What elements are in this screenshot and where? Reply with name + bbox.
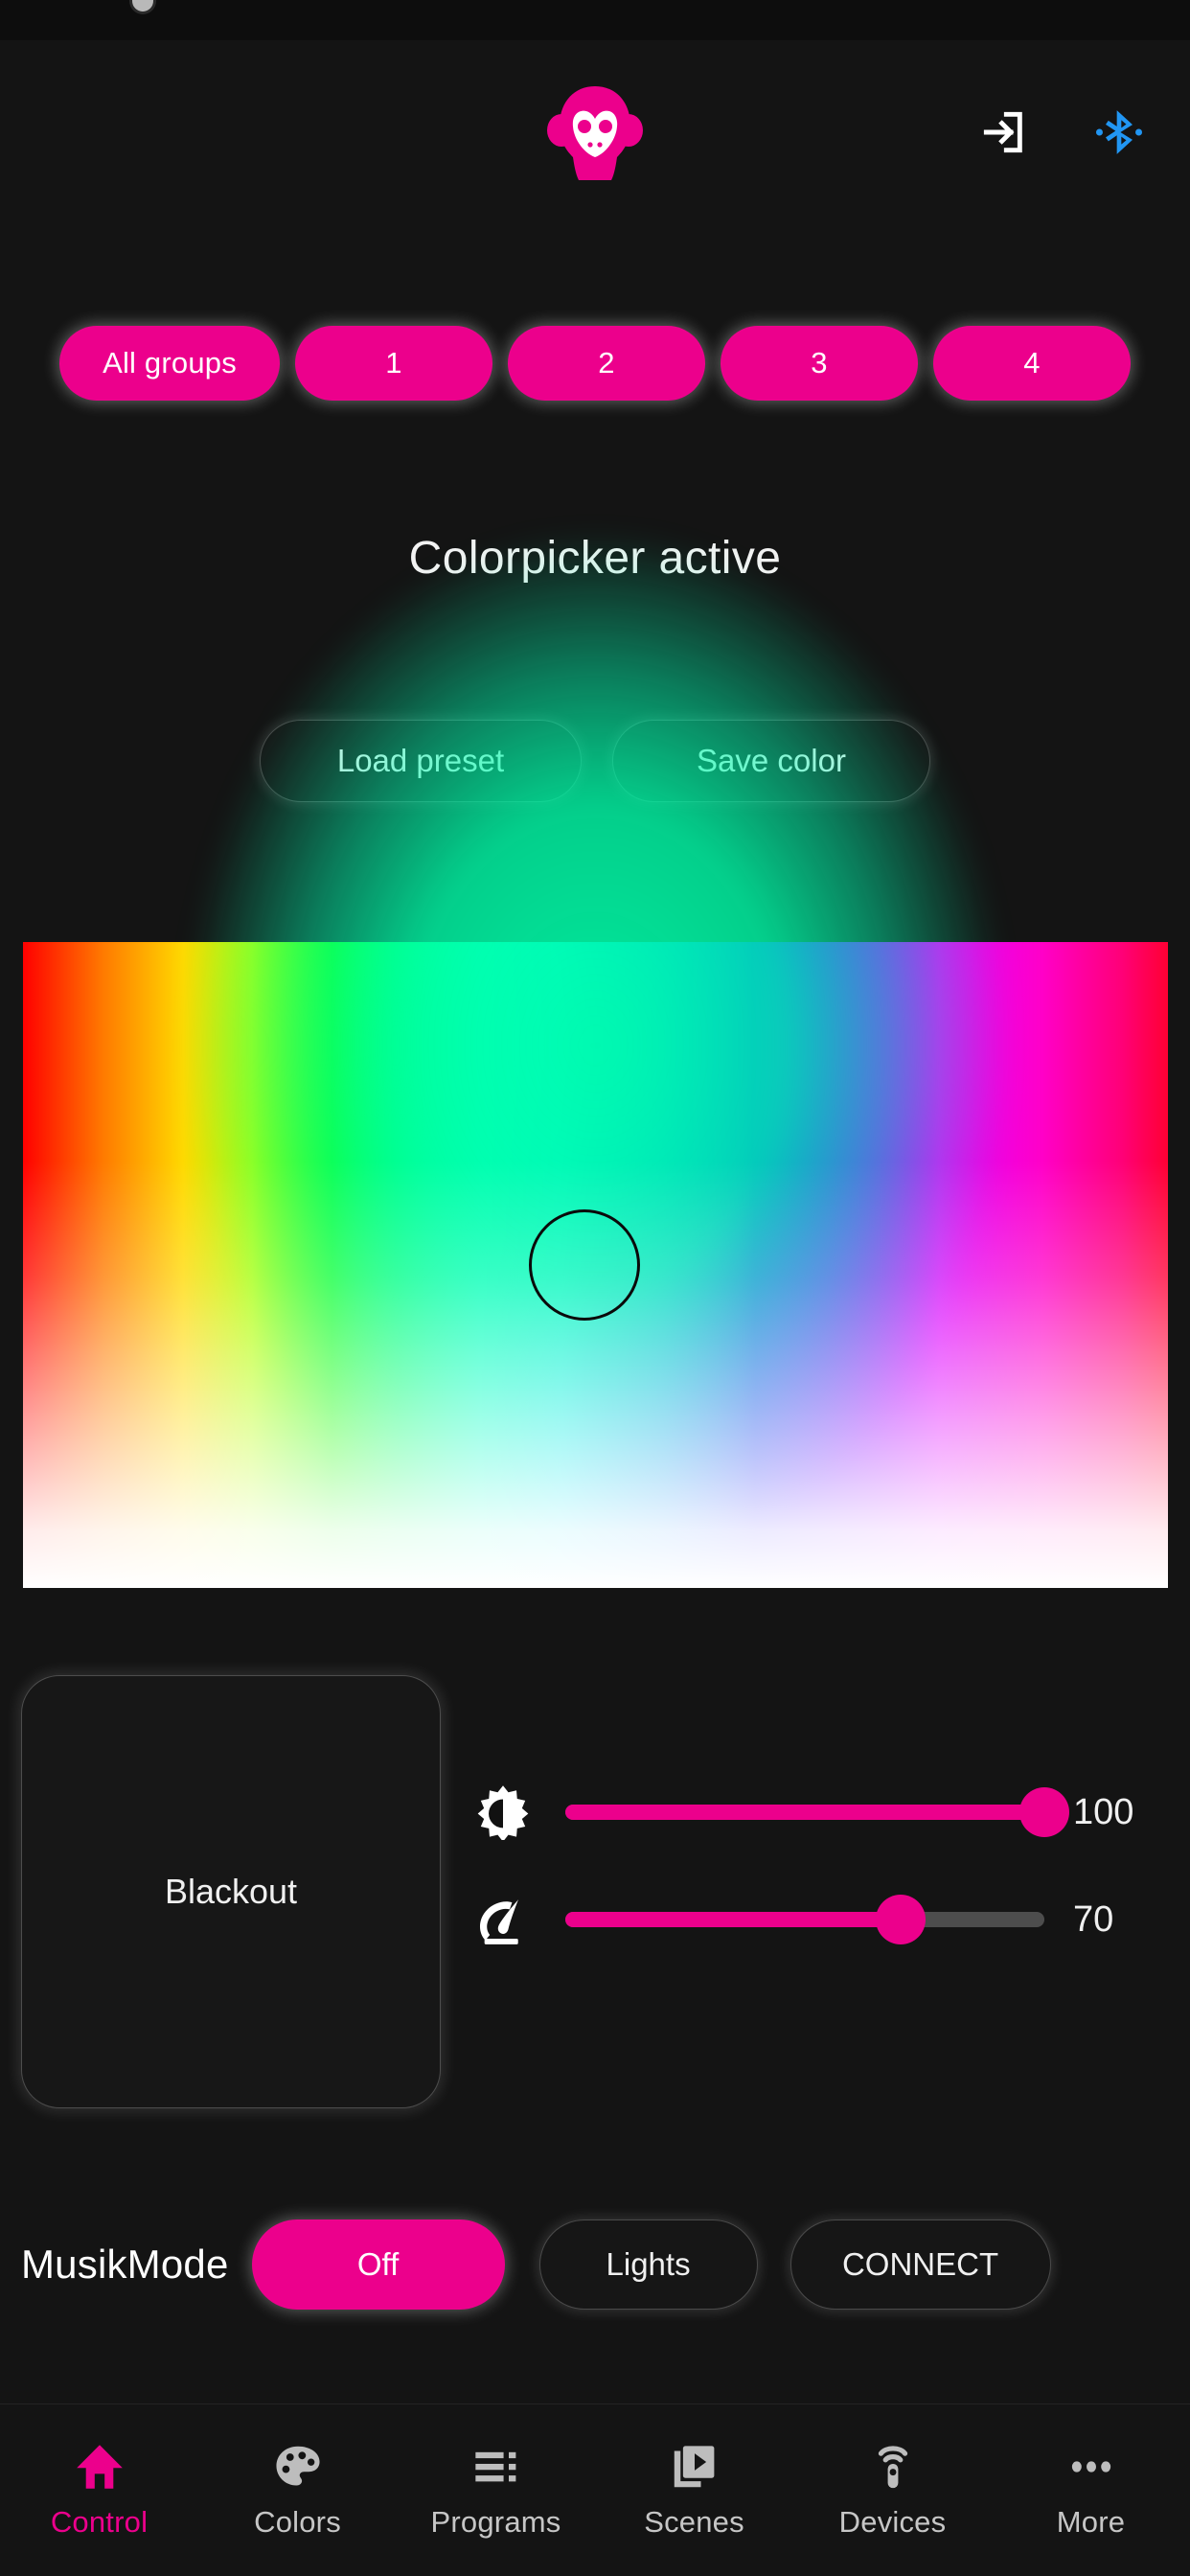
- brightness-icon: [475, 1784, 531, 1842]
- slides-play-icon: [670, 2442, 720, 2492]
- group-button-2[interactable]: 2: [508, 326, 705, 401]
- nav-label-devices: Devices: [838, 2504, 947, 2539]
- brightness-value: 100: [1073, 1791, 1134, 1832]
- save-color-button[interactable]: Save color: [612, 720, 930, 802]
- nav-item-scenes[interactable]: Scenes: [595, 2404, 793, 2576]
- group-button-4[interactable]: 4: [933, 326, 1131, 401]
- musikmode-row: MusikMode Off Lights CONNECT: [0, 2212, 1190, 2317]
- group-button-1[interactable]: 1: [295, 326, 492, 401]
- nav-item-programs[interactable]: Programs: [397, 2404, 595, 2576]
- login-arrow-icon[interactable]: [977, 105, 1031, 159]
- preset-actions: Load preset Save color: [0, 720, 1190, 802]
- brightness-slider-fill: [565, 1805, 1044, 1820]
- speed-slider-row: 70: [475, 1878, 1165, 1961]
- musikmode-lights-button[interactable]: Lights: [538, 2220, 758, 2310]
- remote-icon: [868, 2442, 918, 2492]
- group-selector: All groups 1 2 3 4: [0, 326, 1190, 401]
- load-preset-button[interactable]: Load preset: [260, 720, 582, 802]
- status-notification-icon: [132, 0, 153, 12]
- monkey-head-logo: [542, 80, 648, 186]
- nav-item-colors[interactable]: Colors: [198, 2404, 397, 2576]
- speed-value: 70: [1073, 1898, 1114, 1940]
- brightness-slider-row: 100: [475, 1771, 1165, 1853]
- bluetooth-icon[interactable]: [1092, 105, 1146, 159]
- brightness-slider-thumb[interactable]: [1019, 1787, 1069, 1837]
- speed-slider-thumb[interactable]: [876, 1895, 926, 1944]
- musikmode-connect-button[interactable]: CONNECT: [790, 2220, 1051, 2310]
- speed-slider-fill: [565, 1912, 901, 1927]
- speed-slider-track[interactable]: [565, 1895, 1044, 1944]
- home-icon: [75, 2442, 125, 2492]
- nav-item-more[interactable]: More: [992, 2404, 1190, 2576]
- group-button-3[interactable]: 3: [721, 326, 918, 401]
- speed-gauge-icon: [475, 1892, 531, 1947]
- palette-icon: [273, 2442, 323, 2492]
- nav-label-control: Control: [50, 2504, 149, 2539]
- nav-label-scenes: Scenes: [644, 2504, 744, 2539]
- nav-label-colors: Colors: [254, 2504, 341, 2539]
- status-bar: [0, 0, 1190, 40]
- musikmode-label: MusikMode: [21, 2242, 229, 2287]
- blackout-button[interactable]: Blackout: [21, 1675, 441, 2108]
- list-icon: [471, 2442, 521, 2492]
- color-picker-thumb[interactable]: [528, 1209, 640, 1321]
- nav-item-devices[interactable]: Devices: [793, 2404, 992, 2576]
- app-header: [0, 40, 1190, 184]
- nav-label-programs: Programs: [430, 2504, 561, 2539]
- app-root: All groups 1 2 3 4 Colorpicker active Lo…: [0, 0, 1190, 2576]
- bottom-navigation: Control Colors Programs Scenes Devices M…: [0, 2404, 1190, 2576]
- musikmode-toggle-button[interactable]: Off: [251, 2220, 505, 2310]
- status-headline: Colorpicker active: [408, 533, 782, 584]
- nav-item-control[interactable]: Control: [0, 2404, 198, 2576]
- ellipsis-icon: [1066, 2442, 1116, 2492]
- nav-label-more: More: [1056, 2504, 1126, 2539]
- brightness-slider-track[interactable]: [565, 1787, 1069, 1837]
- group-button-all[interactable]: All groups: [59, 326, 280, 401]
- header-actions: [977, 105, 1146, 159]
